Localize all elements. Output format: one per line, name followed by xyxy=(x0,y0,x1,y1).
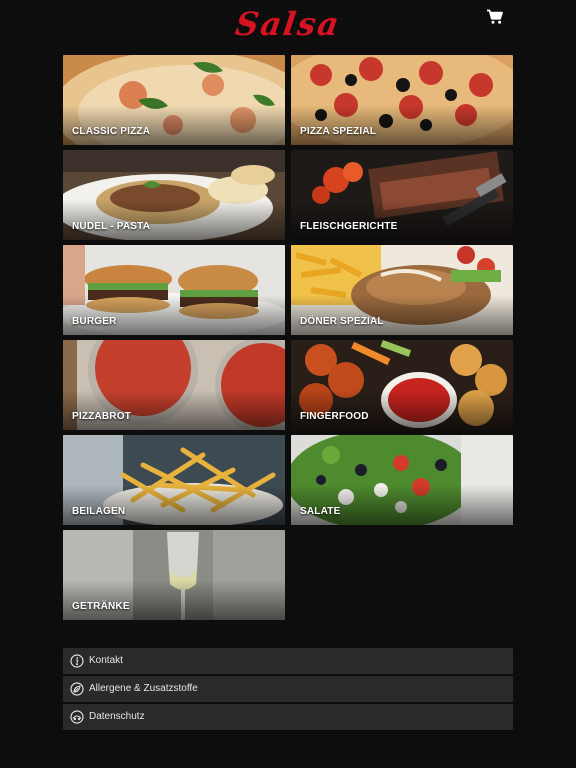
cart-icon[interactable] xyxy=(486,9,504,25)
label-shade xyxy=(291,295,513,335)
category-tile-pizzabrot[interactable]: PIZZABROT xyxy=(63,340,285,430)
category-label: CLASSIC PIZZA xyxy=(72,126,151,137)
category-tile-beilagen[interactable]: BEILAGEN xyxy=(63,435,285,525)
info-icon xyxy=(70,654,84,668)
label-shade xyxy=(63,580,285,620)
category-tile-burger[interactable]: BURGER xyxy=(63,245,285,335)
category-tile-pizza-spezial[interactable]: PIZZA SPEZIAL xyxy=(291,55,513,145)
label-shade xyxy=(63,485,285,525)
label-shade xyxy=(63,200,285,240)
category-tile-fleischgerichte[interactable]: FLEISCHGERICHTE xyxy=(291,150,513,240)
category-label: BURGER xyxy=(72,316,117,327)
datenschutz-label: Datenschutz xyxy=(89,711,145,722)
category-label: NUDEL - PASTA xyxy=(72,221,151,232)
allergen-icon xyxy=(70,682,84,696)
category-tile-doener-spezial[interactable]: DÖNER SPEZIAL xyxy=(291,245,513,335)
allergene-label: Allergene & Zusatzstoffe xyxy=(89,683,198,694)
salsa-logo[interactable]: Salsa xyxy=(229,5,346,43)
label-shade xyxy=(63,390,285,430)
category-tile-fingerfood[interactable]: FINGERFOOD xyxy=(291,340,513,430)
category-label: FLEISCHGERICHTE xyxy=(300,221,398,232)
label-shade xyxy=(291,200,513,240)
label-shade xyxy=(63,295,285,335)
label-shade xyxy=(291,390,513,430)
datenschutz-link[interactable]: Datenschutz xyxy=(63,704,513,730)
label-shade xyxy=(291,485,513,525)
category-label: DÖNER SPEZIAL xyxy=(300,316,384,327)
category-tile-getraenke[interactable]: GETRÄNKE xyxy=(63,530,285,620)
kontakt-link[interactable]: Kontakt xyxy=(63,648,513,674)
label-shade xyxy=(63,105,285,145)
privacy-icon xyxy=(70,710,84,724)
category-label: SALATE xyxy=(300,506,341,517)
kontakt-label: Kontakt xyxy=(89,655,123,666)
allergene-link[interactable]: Allergene & Zusatzstoffe xyxy=(63,676,513,702)
category-label: PIZZABROT xyxy=(72,411,132,422)
category-label: GETRÄNKE xyxy=(72,601,130,612)
category-label: FINGERFOOD xyxy=(300,411,369,422)
category-label: PIZZA SPEZIAL xyxy=(300,126,377,137)
category-tile-nudel-pasta[interactable]: NUDEL - PASTA xyxy=(63,150,285,240)
category-tile-salate[interactable]: SALATE xyxy=(291,435,513,525)
label-shade xyxy=(291,105,513,145)
category-label: BEILAGEN xyxy=(72,506,126,517)
category-tile-classic-pizza[interactable]: CLASSIC PIZZA xyxy=(63,55,285,145)
app-header: Salsa xyxy=(0,0,576,50)
